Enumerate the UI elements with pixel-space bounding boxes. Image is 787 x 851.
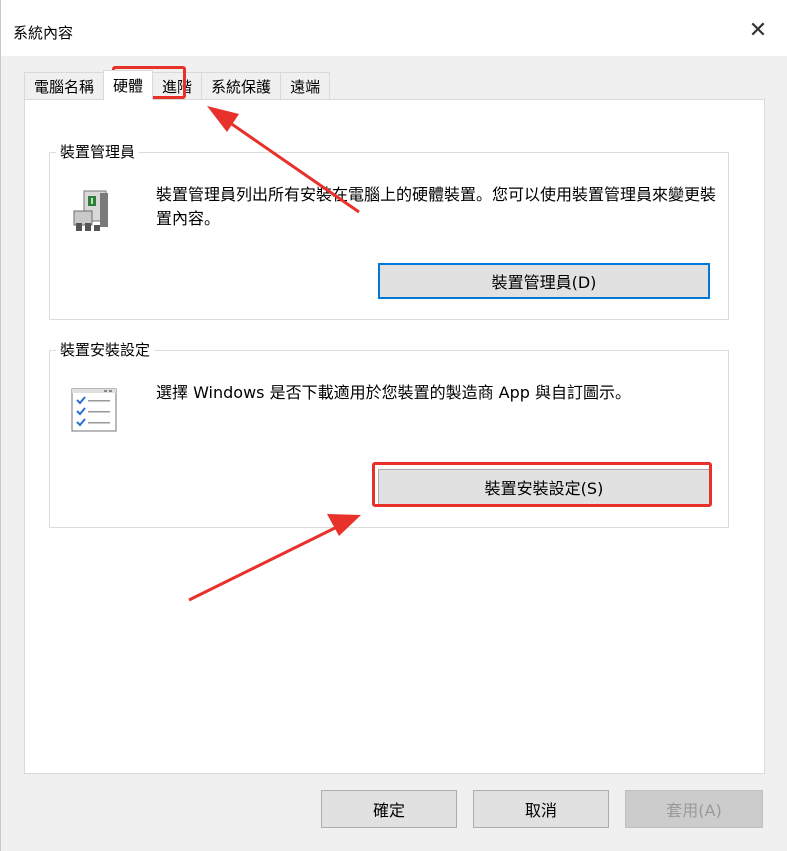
device-manager-group: 裝置管理員 裝置管理員列出所有安裝在電腦上的硬體裝置。您可以使用裝置管理員來變更…	[49, 141, 729, 320]
window-title: 系統內容	[13, 24, 74, 42]
device-install-group-label: 裝置安裝設定	[56, 339, 155, 360]
tab-system-protection[interactable]: 系統保護	[201, 72, 282, 100]
title-bar: 系統內容 ✕	[1, 0, 787, 56]
device-manager-button[interactable]: 裝置管理員(D)	[378, 263, 710, 299]
cancel-button[interactable]: 取消	[473, 790, 609, 828]
tab-hardware[interactable]: 硬體	[103, 70, 154, 100]
tab-advanced[interactable]: 進階	[152, 72, 203, 100]
ok-button[interactable]: 確定	[321, 790, 457, 828]
tab-bar: 電腦名稱 硬體 進階 系統保護 遠端	[24, 70, 331, 100]
device-install-description: 選擇 Windows 是否下載適用於您裝置的製造商 App 與自訂圖示。	[156, 383, 632, 402]
tab-remote[interactable]: 遠端	[280, 72, 331, 100]
close-icon[interactable]: ✕	[742, 14, 774, 46]
device-install-settings-group: 裝置安裝設定 選擇 Windows 是否下載適用於您裝置的製造商 App 與自訂…	[49, 339, 729, 528]
hardware-tab-panel: 裝置管理員 裝置管理員列出所有安裝在電腦上的硬體裝置。您可以使用裝置管理員來變更…	[24, 99, 765, 774]
device-install-settings-button[interactable]: 裝置安裝設定(S)	[378, 469, 710, 505]
checklist-icon	[71, 388, 117, 432]
apply-button[interactable]: 套用(A)	[625, 790, 763, 828]
device-manager-group-label: 裝置管理員	[56, 141, 140, 162]
tab-computer-name[interactable]: 電腦名稱	[24, 72, 105, 100]
system-properties-window: 系統內容 ✕ 電腦名稱 硬體 進階 系統保護 遠端 裝置管理員 裝置管理員列出所…	[0, 0, 787, 851]
device-manager-icon	[73, 190, 108, 231]
device-manager-description: 裝置管理員列出所有安裝在電腦上的硬體裝置。您可以使用裝置管理員來變更裝置內容。	[156, 185, 717, 228]
